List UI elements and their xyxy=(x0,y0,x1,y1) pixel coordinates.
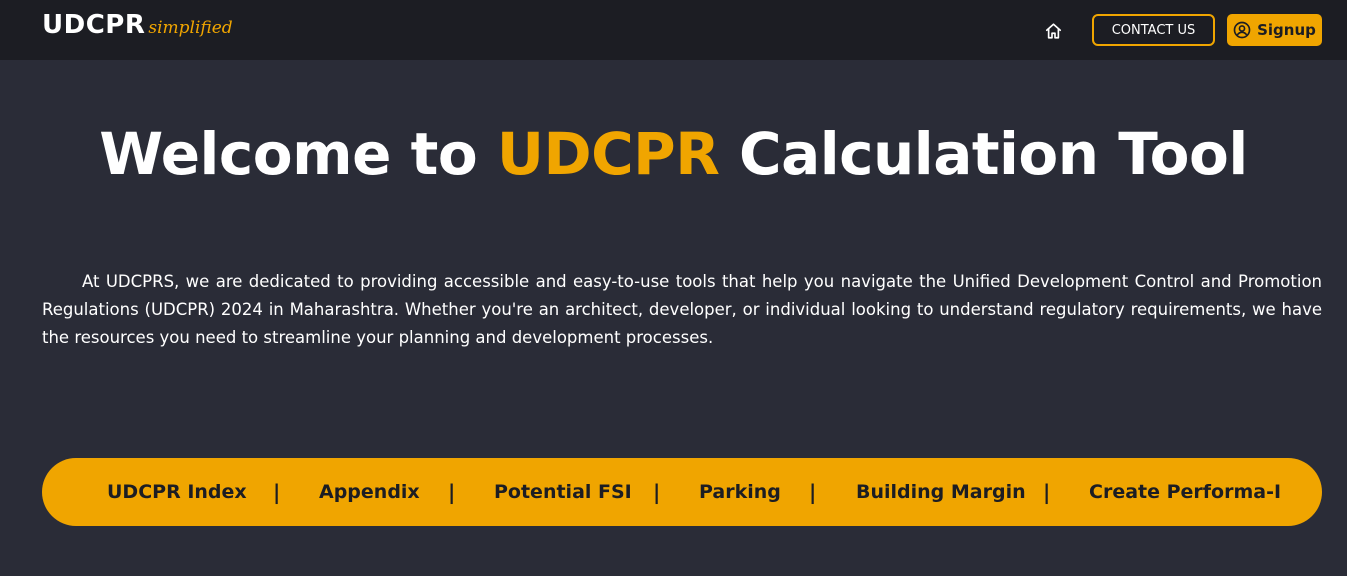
tool-link-potential-fsi[interactable]: Potential FSI xyxy=(494,458,632,526)
tool-link-parking[interactable]: Parking xyxy=(699,458,781,526)
brand-tagline: simplified xyxy=(148,18,233,38)
signup-button[interactable]: Signup xyxy=(1227,14,1322,46)
contact-us-label: CONTACT US xyxy=(1111,22,1196,38)
title-suffix: Calculation Tool xyxy=(719,120,1248,188)
user-circle-icon xyxy=(1233,21,1251,39)
top-navbar: UDCPR simplified CONTACT US Signup xyxy=(0,0,1347,60)
tool-link-create-performa[interactable]: Create Performa-I xyxy=(1089,458,1281,526)
home-icon[interactable] xyxy=(1043,20,1064,41)
title-accent: UDCPR xyxy=(496,120,720,188)
nav-separator: | xyxy=(1043,480,1051,504)
contact-us-button[interactable]: CONTACT US xyxy=(1092,14,1215,46)
title-prefix: Welcome to xyxy=(99,120,497,188)
signup-label: Signup xyxy=(1257,21,1316,39)
tools-nav-bar: UDCPR Index | Appendix | Potential FSI |… xyxy=(42,458,1322,526)
brand-name: UDCPR xyxy=(42,10,146,40)
page-title: Welcome to UDCPR Calculation Tool xyxy=(0,120,1347,188)
nav-separator: | xyxy=(809,480,817,504)
brand-logo[interactable]: UDCPR simplified xyxy=(42,10,233,40)
tool-link-appendix[interactable]: Appendix xyxy=(319,458,420,526)
nav-separator: | xyxy=(653,480,661,504)
nav-separator: | xyxy=(448,480,456,504)
nav-separator: | xyxy=(273,480,281,504)
intro-paragraph: At UDCPRS, we are dedicated to providing… xyxy=(42,272,1322,347)
tool-link-building-margin[interactable]: Building Margin xyxy=(856,458,1026,526)
tool-link-udcpr-index[interactable]: UDCPR Index xyxy=(107,458,247,526)
